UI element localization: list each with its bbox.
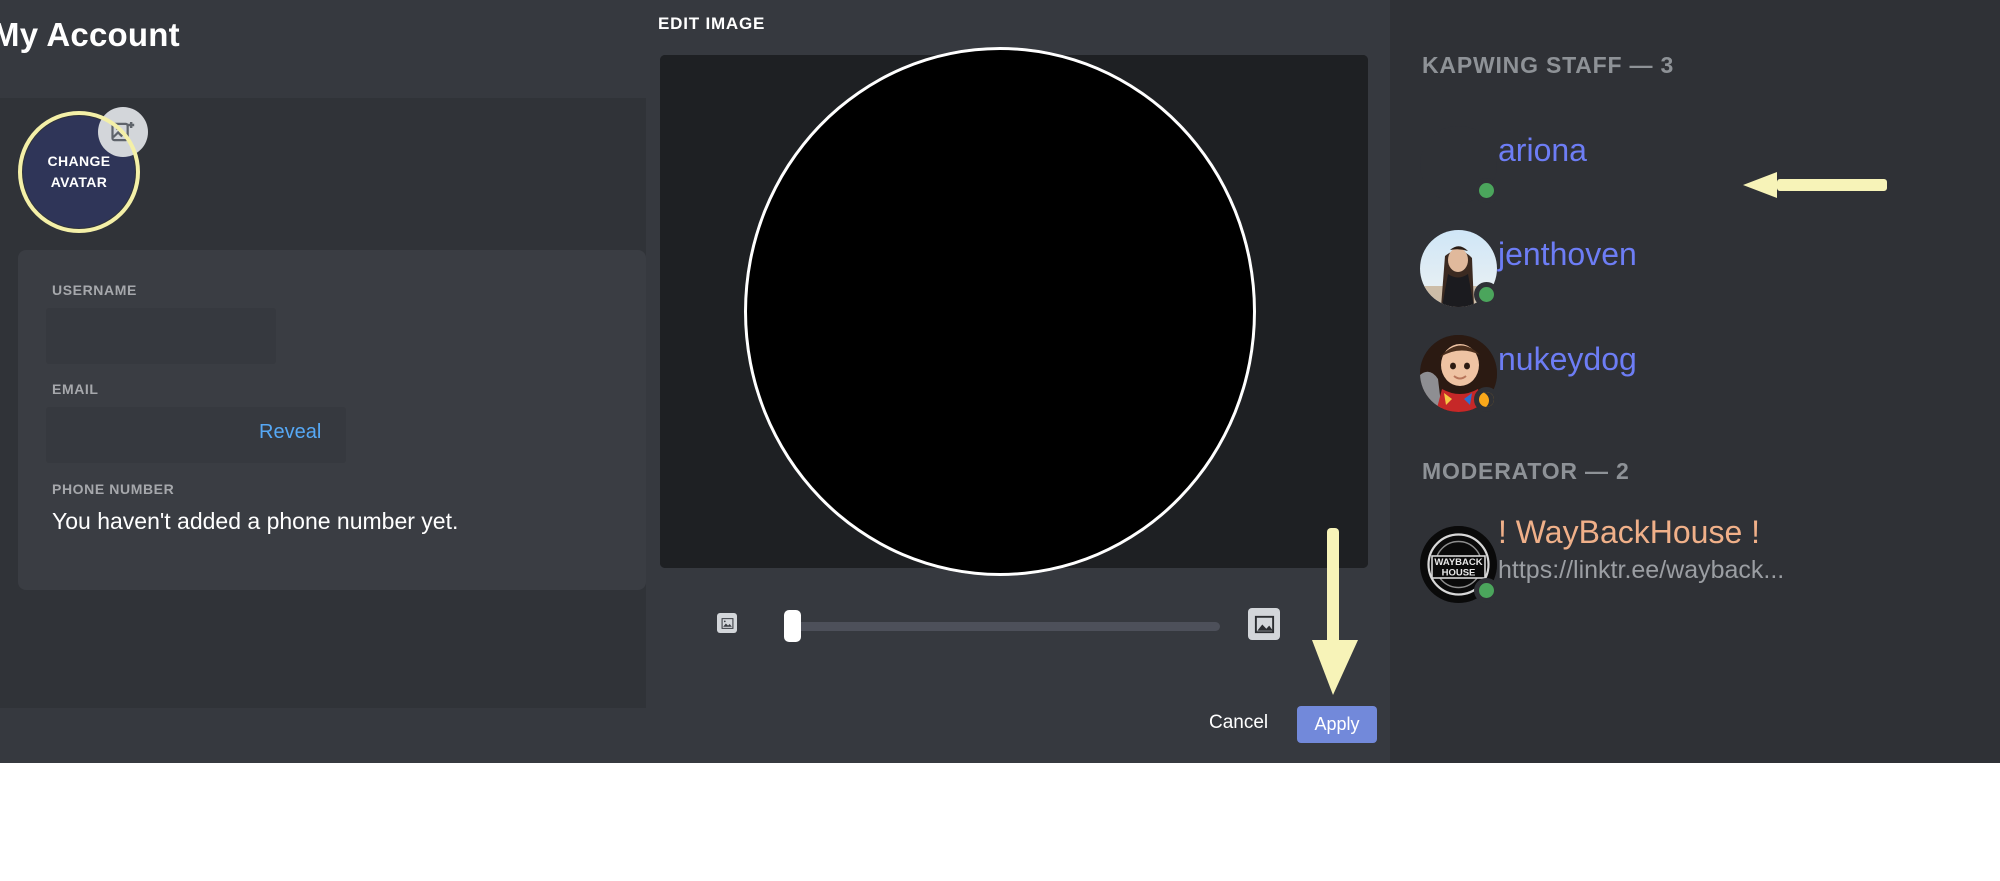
modal-footer	[646, 690, 1390, 763]
member-name[interactable]: ! WayBackHouse !	[1498, 514, 1760, 551]
avatar-highlight-ring	[18, 111, 140, 233]
phone-number-label: PHONE NUMBER	[52, 481, 174, 497]
reveal-email-link[interactable]: Reveal	[259, 421, 321, 444]
username-field[interactable]	[46, 308, 276, 364]
list-item[interactable]: jenthoven	[1390, 222, 2000, 312]
member-group-header-moderator: MODERATOR — 2	[1422, 458, 1630, 485]
cancel-button[interactable]: Cancel	[1209, 712, 1268, 734]
list-item[interactable]: WAYBACK HOUSE ! WayBackHouse ! https://l…	[1390, 518, 2000, 608]
svg-text:WAYBACK: WAYBACK	[1434, 557, 1482, 568]
my-account-panel: My Account CHANGE AVATAR	[0, 0, 646, 763]
account-footer-strip	[0, 708, 646, 743]
discord-window: My Account CHANGE AVATAR	[0, 0, 2000, 763]
image-small-icon	[717, 613, 737, 633]
account-header: My Account	[0, 0, 646, 98]
member-list[interactable]: KAPWING STAFF — 3 ariona	[1390, 0, 2000, 763]
account-body: CHANGE AVATAR USERNAME	[0, 98, 646, 743]
status-indicator-online	[1474, 178, 1499, 203]
list-item[interactable]: ariona	[1390, 118, 2000, 208]
circular-crop-outline	[744, 47, 1256, 576]
svg-text:HOUSE: HOUSE	[1442, 568, 1476, 579]
image-large-icon	[1248, 608, 1280, 640]
zoom-slider-track[interactable]	[793, 622, 1220, 631]
member-name[interactable]: ariona	[1498, 132, 1587, 169]
modal-title: EDIT IMAGE	[658, 14, 765, 34]
apply-button[interactable]: Apply	[1297, 706, 1377, 743]
list-item[interactable]: nukeydog	[1390, 327, 2000, 417]
email-label: EMAIL	[52, 381, 99, 397]
phone-number-value: You haven't added a phone number yet.	[52, 508, 458, 535]
page-title: My Account	[0, 16, 180, 54]
status-indicator-idle	[1474, 387, 1499, 412]
member-group-header-kapwing-staff: KAPWING STAFF — 3	[1422, 52, 1674, 79]
account-info-card: USERNAME EMAIL Reveal PHONE NUMBER You h…	[18, 250, 646, 590]
member-custom-status: https://linktr.ee/wayback...	[1498, 556, 1784, 585]
status-indicator-online	[1474, 282, 1499, 307]
username-label: USERNAME	[52, 282, 137, 298]
member-name[interactable]: jenthoven	[1498, 236, 1637, 273]
zoom-slider-thumb[interactable]	[784, 610, 801, 642]
member-name[interactable]: nukeydog	[1498, 341, 1637, 378]
change-avatar-control[interactable]: CHANGE AVATAR	[18, 111, 140, 233]
status-indicator-online	[1474, 578, 1499, 603]
